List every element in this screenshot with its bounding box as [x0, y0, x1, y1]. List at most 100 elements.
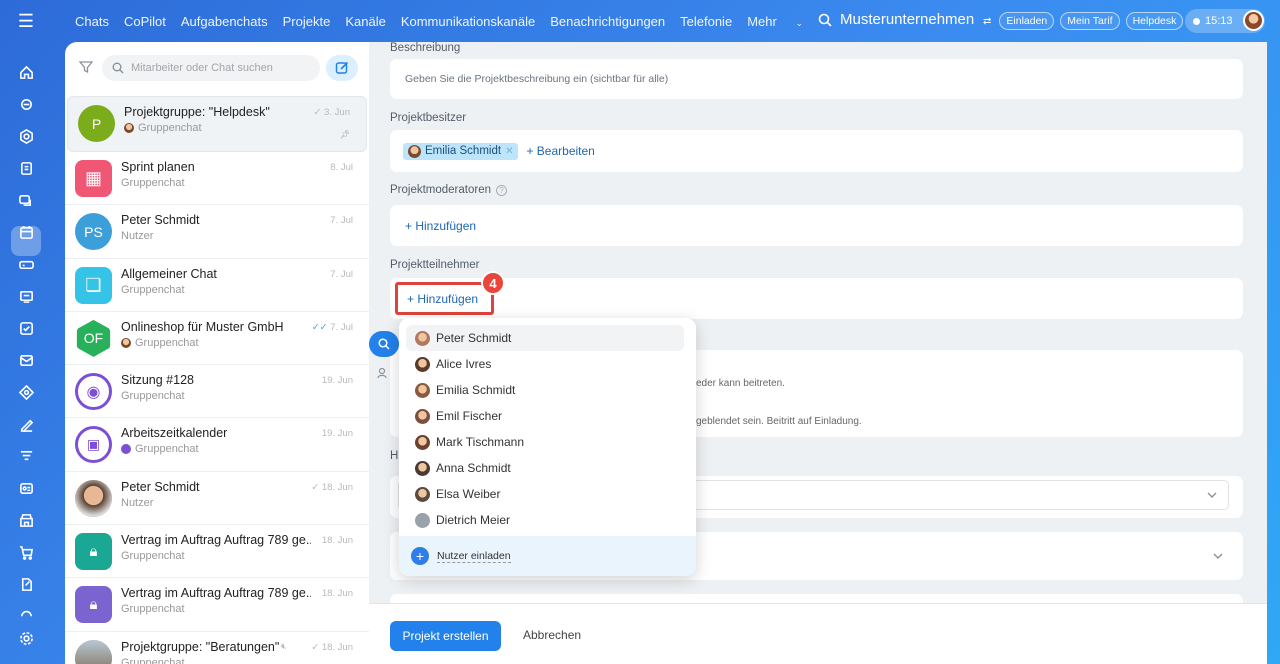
cancel-button[interactable]: Abbrechen — [523, 628, 581, 642]
user-name: Alice Ivres — [436, 357, 492, 371]
cart-icon[interactable] — [16, 542, 36, 562]
nav-chats[interactable]: Chats — [75, 14, 109, 29]
description-field[interactable]: Geben Sie die Projektbeschreibung ein (s… — [390, 59, 1243, 99]
store-icon[interactable] — [16, 510, 36, 530]
arc-icon[interactable] — [16, 602, 36, 622]
plan-button[interactable]: Mein Tarif — [1060, 12, 1120, 30]
nav-aufgabenchats[interactable]: Aufgabenchats — [181, 14, 268, 29]
users-icon[interactable] — [377, 367, 390, 379]
chat-name: Vertrag im Auftrag Auftrag 789 ge... — [121, 533, 311, 548]
user-option[interactable]: Elsa Weiber — [399, 481, 686, 507]
menu-icon[interactable]: ☰ — [0, 0, 52, 42]
copilot-icon[interactable] — [16, 94, 36, 114]
chat-list-item[interactable]: 🔒︎ Vertrag im Auftrag Auftrag 789 ge... Gr… — [65, 578, 369, 632]
side-search-button[interactable] — [369, 331, 399, 357]
company-title[interactable]: Musterunternehmen — [818, 11, 974, 28]
owner-avatar — [408, 144, 421, 158]
chat-date-text: 18. Jun — [321, 641, 353, 653]
chat-date: 8. Jul — [330, 162, 353, 173]
chat-list-item[interactable]: Peter Schmidt Nutzer ✓ 18. Jun — [65, 472, 369, 526]
swap-icon[interactable]: ⇄ — [983, 16, 991, 27]
nav-telefonie[interactable]: Telefonie — [680, 14, 732, 29]
nav-benachrichtigungen[interactable]: Benachrichtigungen — [550, 14, 665, 29]
landscape-icon — [75, 639, 112, 664]
invite-user-button[interactable]: + Nutzer einladen — [399, 536, 696, 576]
chat-type: Nutzer — [121, 230, 154, 243]
user-option[interactable]: Emil Fischer — [399, 403, 686, 429]
chat-type: Gruppenchat — [135, 336, 199, 349]
owner-field: Emilia Schmidt ✕ + Bearbeiten — [390, 130, 1243, 172]
chat-list-item[interactable]: PS Peter Schmidt Nutzer 7. Jul — [65, 205, 369, 259]
owner-name: Emilia Schmidt — [425, 145, 502, 157]
chat-list-item[interactable]: ◉ Sitzung #128 Gruppenchat 19. Jun — [65, 365, 369, 419]
chat-avatar: PS — [75, 213, 112, 251]
user-option[interactable]: Peter Schmidt — [406, 325, 684, 351]
search-input[interactable]: Mitarbeiter oder Chat suchen — [102, 55, 320, 81]
user-avatar — [415, 434, 430, 450]
chevron-down-icon[interactable] — [1213, 551, 1223, 561]
chat-name: Sprint planen — [121, 160, 195, 174]
nav-copilot[interactable]: CoPilot — [124, 14, 166, 29]
chat-name: Peter Schmidt — [121, 479, 200, 494]
person-photo-icon — [75, 479, 112, 517]
user-list: Peter Schmidt Alice Ivres Emilia Schmidt Em… — [399, 325, 696, 533]
chat-icon[interactable] — [15, 190, 35, 210]
home-icon[interactable] — [16, 62, 36, 82]
nav-projekte[interactable]: Projekte — [283, 14, 331, 29]
create-project-button[interactable]: Projekt erstellen — [390, 621, 501, 651]
nav-kanaele[interactable]: Kanäle — [345, 14, 385, 29]
visibility-info-closed: geblendet sein. Beitritt auf Einladung. — [696, 416, 862, 427]
user-option[interactable]: Dietrich Meier — [399, 507, 686, 533]
calendar-icon[interactable] — [16, 222, 36, 242]
funnel-icon[interactable] — [16, 446, 36, 466]
chat-date-text: 18. Jun — [321, 535, 353, 547]
settings-icon[interactable] — [16, 628, 36, 648]
chevron-down-icon[interactable] — [1207, 490, 1217, 500]
crm-icon[interactable] — [16, 286, 36, 306]
chat-avatar: ◉ — [75, 373, 112, 411]
close-icon[interactable]: ✕ — [505, 146, 513, 157]
compose-icon — [335, 61, 349, 74]
chat-list-item[interactable]: ▣ Arbeitszeitkalender Gruppenchat 19. Jun — [65, 418, 369, 472]
chat-list-item[interactable]: ▦ Sprint planen Gruppenchat 8. Jul — [65, 152, 369, 206]
document-icon[interactable] — [16, 158, 36, 178]
invite-button[interactable]: Einladen — [999, 12, 1055, 30]
user-option[interactable]: Emilia Schmidt — [399, 377, 686, 403]
chat-list-item[interactable]: Projektgruppe: "Beratungen" Gruppenchat ✓ … — [65, 632, 369, 664]
chat-list-item[interactable]: P Projektgruppe: "Helpdesk" Gruppenchat ✓ 3… — [67, 96, 367, 152]
chat-avatar — [75, 639, 112, 664]
automation-icon[interactable] — [16, 382, 36, 402]
user-option[interactable]: Anna Schmidt — [399, 455, 686, 481]
edit-doc-icon[interactable] — [16, 574, 36, 594]
nav-kommunikationskanaele[interactable]: Kommunikationskanäle — [401, 14, 535, 29]
chat-list-item[interactable]: ❏ Allgemeiner Chat Gruppenchat 7. Jul — [65, 259, 369, 312]
chat-type: Gruppenchat — [121, 550, 185, 563]
visibility-info-open: eder kann beitreten. — [696, 378, 785, 389]
add-moderator-link[interactable]: + Hinzufügen — [405, 219, 476, 233]
filter-icon[interactable] — [79, 60, 93, 74]
helpdesk-button[interactable]: Helpdesk — [1125, 12, 1184, 30]
chat-list-item[interactable]: OF Onlineshop für Muster GmbH Gruppenchat ✓… — [65, 312, 369, 366]
search-icon[interactable] — [818, 13, 832, 27]
owner-tag[interactable]: Emilia Schmidt ✕ — [403, 142, 519, 160]
sign-icon[interactable] — [16, 414, 36, 434]
user-avatar[interactable] — [1243, 10, 1264, 31]
help-icon[interactable]: ? — [496, 184, 507, 196]
edit-owner-link[interactable]: + Bearbeiten — [526, 144, 594, 158]
user-option[interactable]: Alice Ivres — [399, 351, 686, 377]
chat-type: Gruppenchat — [135, 443, 199, 456]
compose-button[interactable] — [326, 55, 358, 81]
hexagon-icon[interactable] — [16, 126, 36, 146]
status-dot-icon — [1193, 17, 1200, 25]
tasks-icon[interactable] — [16, 318, 36, 338]
chat-name: Projektgruppe: "Helpdesk" — [124, 105, 270, 119]
nav-mehr[interactable]: Mehr ⌄ — [747, 14, 803, 29]
calendar-icon: ▣ — [86, 436, 101, 453]
mail-icon[interactable] — [16, 350, 36, 370]
contacts-icon[interactable] — [16, 478, 36, 498]
chat-list-item[interactable]: 🔒︎ Vertrag im Auftrag Auftrag 789 ge... Gr… — [65, 525, 369, 579]
user-option[interactable]: Mark Tischmann — [399, 429, 686, 455]
chat-panel: Mitarbeiter oder Chat suchen P Projektgru… — [65, 42, 369, 664]
chat-subtitle: Gruppenchat — [121, 284, 185, 296]
drive-icon[interactable] — [16, 254, 36, 274]
